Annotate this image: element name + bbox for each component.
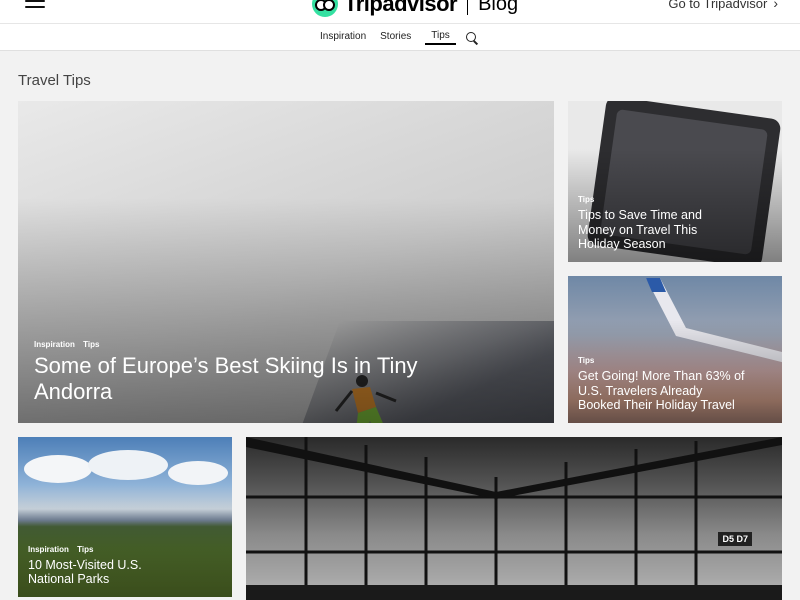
terminal-window-frame: [246, 437, 782, 600]
tag[interactable]: Tips: [578, 356, 594, 365]
category-nav: Inspiration Stories Tips: [0, 24, 800, 51]
tab-tips[interactable]: Tips: [425, 30, 456, 45]
hamburger-menu-icon[interactable]: [25, 0, 45, 10]
brand-name: Tripadvisor: [344, 0, 458, 16]
article-card-holiday-bookings[interactable]: Tips Get Going! More Than 63% of U.S. Tr…: [568, 276, 782, 423]
article-tags: Tips: [578, 195, 718, 204]
tag[interactable]: Tips: [578, 195, 594, 204]
article-tags: Tips: [578, 356, 748, 365]
tag[interactable]: Inspiration: [28, 545, 69, 554]
go-to-label: Go to Tripadvisor: [668, 0, 768, 11]
article-card-national-parks[interactable]: Inspiration Tips 10 Most-Visited U.S. Na…: [18, 437, 232, 597]
article-title[interactable]: Tips to Save Time and Money on Travel Th…: [578, 208, 718, 252]
card-meta: Tips Get Going! More Than 63% of U.S. Tr…: [578, 356, 748, 413]
article-title[interactable]: Some of Europe’s Best Skiing Is in Tiny …: [34, 353, 454, 405]
top-header: Tripadvisor Blog Go to Tripadvisor ›: [0, 0, 800, 24]
card-meta: Inspiration Tips 10 Most-Visited U.S. Na…: [28, 545, 158, 588]
blog-label: Blog: [478, 0, 519, 15]
tag[interactable]: Inspiration: [34, 340, 75, 349]
chevron-right-icon: ›: [773, 0, 778, 11]
article-tags: Inspiration Tips: [34, 340, 454, 349]
search-icon[interactable]: [465, 31, 478, 44]
article-card-airport[interactable]: D5 D7: [246, 437, 782, 600]
tab-stories[interactable]: Stories: [380, 31, 411, 45]
tripadvisor-owl-icon: [312, 0, 338, 17]
gate-sign: D5 D7: [718, 532, 752, 546]
tab-inspiration[interactable]: Inspiration: [320, 31, 366, 45]
tag[interactable]: Tips: [77, 545, 93, 554]
article-card-holiday-savings[interactable]: Tips Tips to Save Time and Money on Trav…: [568, 101, 782, 262]
card-meta: Tips Tips to Save Time and Money on Trav…: [578, 195, 718, 252]
article-title[interactable]: Get Going! More Than 63% of U.S. Travele…: [578, 369, 748, 413]
page-title: Travel Tips: [18, 72, 91, 89]
site-logo[interactable]: Tripadvisor Blog: [312, 0, 518, 18]
logo-divider: [467, 0, 469, 15]
hero-meta: Inspiration Tips Some of Europe’s Best S…: [34, 340, 454, 405]
go-to-tripadvisor-link[interactable]: Go to Tripadvisor ›: [668, 0, 778, 11]
article-card-andorra-skiing[interactable]: Inspiration Tips Some of Europe’s Best S…: [18, 101, 554, 423]
article-title[interactable]: 10 Most-Visited U.S. National Parks: [28, 558, 158, 588]
tag[interactable]: Tips: [83, 340, 99, 349]
article-tags: Inspiration Tips: [28, 545, 158, 554]
